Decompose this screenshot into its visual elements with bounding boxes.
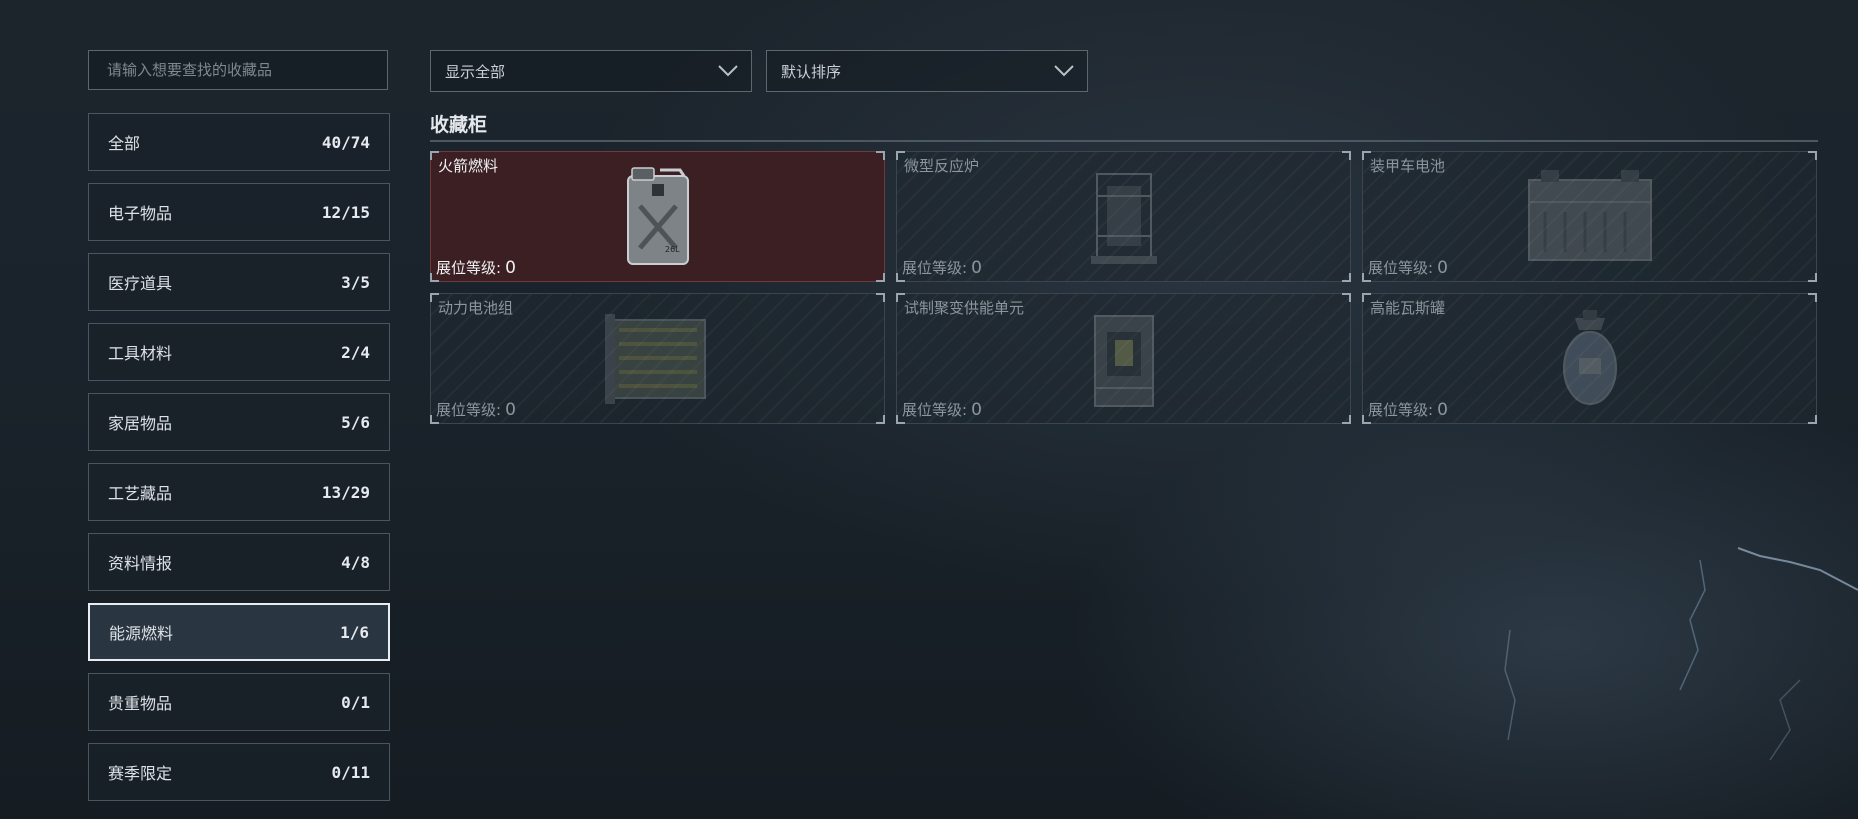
battery-pack-icon	[604, 314, 706, 404]
collectible-name: 火箭燃料	[438, 157, 499, 175]
section-title: 收藏柜	[430, 114, 488, 136]
display-level: 展位等级: 0	[436, 258, 516, 278]
category-all[interactable]: 全部 40/74	[88, 113, 390, 171]
category-count: 1/6	[340, 622, 369, 642]
category-count: 5/6	[341, 412, 370, 432]
category-medical[interactable]: 医疗道具 3/5	[88, 253, 390, 311]
category-count: 2/4	[341, 342, 370, 362]
category-count: 12/15	[321, 202, 370, 222]
fuel-canister-icon: 26L	[626, 167, 689, 265]
category-valuables[interactable]: 贵重物品 0/1	[88, 673, 390, 731]
display-filter-value: 显示全部	[445, 62, 506, 81]
category-electronics[interactable]: 电子物品 12/15	[88, 183, 390, 241]
category-count: 4/8	[341, 552, 370, 572]
micro-reactor-icon	[1090, 173, 1157, 264]
category-household[interactable]: 家居物品 5/6	[88, 393, 390, 451]
collectible-card[interactable]: 装甲车电池 展位等级: 0	[1362, 151, 1817, 282]
chevron-down-icon	[718, 65, 738, 77]
category-season-limited[interactable]: 赛季限定 0/11	[88, 743, 390, 801]
display-level: 展位等级: 0	[902, 258, 982, 278]
chevron-down-icon	[1054, 65, 1074, 77]
vehicle-battery-icon	[1527, 170, 1652, 261]
collectible-name: 动力电池组	[438, 299, 514, 317]
category-count: 0/11	[331, 762, 370, 782]
display-level: 展位等级: 0	[436, 400, 516, 420]
svg-text:26L: 26L	[665, 245, 680, 254]
category-label: 工具材料	[108, 344, 173, 363]
display-filter-dropdown[interactable]: 显示全部	[430, 50, 752, 92]
search-box[interactable]	[88, 50, 388, 90]
collectible-name: 装甲车电池	[1370, 157, 1446, 175]
collectible-card[interactable]: 火箭燃料 26L 展位等级: 0	[430, 151, 885, 282]
category-label: 家居物品	[108, 414, 173, 433]
category-tools[interactable]: 工具材料 2/4	[88, 323, 390, 381]
collectible-card[interactable]: 微型反应炉 展位等级: 0	[896, 151, 1351, 282]
category-intel[interactable]: 资料情报 4/8	[88, 533, 390, 591]
display-level: 展位等级: 0	[1368, 400, 1448, 420]
display-level: 展位等级: 0	[902, 400, 982, 420]
category-label: 贵重物品	[108, 694, 173, 713]
collectible-name: 微型反应炉	[904, 157, 980, 175]
category-label: 全部	[108, 134, 141, 153]
category-count: 13/29	[321, 482, 370, 502]
collectible-card[interactable]: 试制聚变供能单元 展位等级: 0	[896, 293, 1351, 424]
display-level: 展位等级: 0	[1368, 258, 1448, 278]
collectible-name: 高能瓦斯罐	[1370, 299, 1446, 317]
sort-value: 默认排序	[781, 62, 842, 81]
category-energy[interactable]: 能源燃料 1/6	[88, 603, 390, 661]
category-count: 40/74	[321, 132, 370, 152]
category-crafts[interactable]: 工艺藏品 13/29	[88, 463, 390, 521]
category-count: 3/5	[341, 272, 370, 292]
category-count: 0/1	[341, 692, 370, 712]
fusion-unit-icon	[1093, 315, 1154, 407]
category-label: 能源燃料	[109, 624, 174, 643]
category-label: 工艺藏品	[108, 484, 173, 503]
collectible-name: 试制聚变供能单元	[904, 299, 1025, 317]
category-list: 全部 40/74 电子物品 12/15 医疗道具 3/5 工具材料 2/4 家居…	[88, 113, 390, 813]
category-label: 医疗道具	[108, 274, 173, 293]
section-divider	[430, 140, 1818, 142]
category-label: 资料情报	[108, 554, 173, 573]
gas-canister-icon	[1562, 310, 1617, 405]
search-input[interactable]	[105, 60, 371, 80]
category-label: 电子物品	[108, 204, 173, 223]
collectible-card[interactable]: 动力电池组 展位等级: 0	[430, 293, 885, 424]
category-label: 赛季限定	[108, 764, 173, 783]
collectible-card[interactable]: 高能瓦斯罐 展位等级: 0	[1362, 293, 1817, 424]
sort-dropdown[interactable]: 默认排序	[766, 50, 1088, 92]
